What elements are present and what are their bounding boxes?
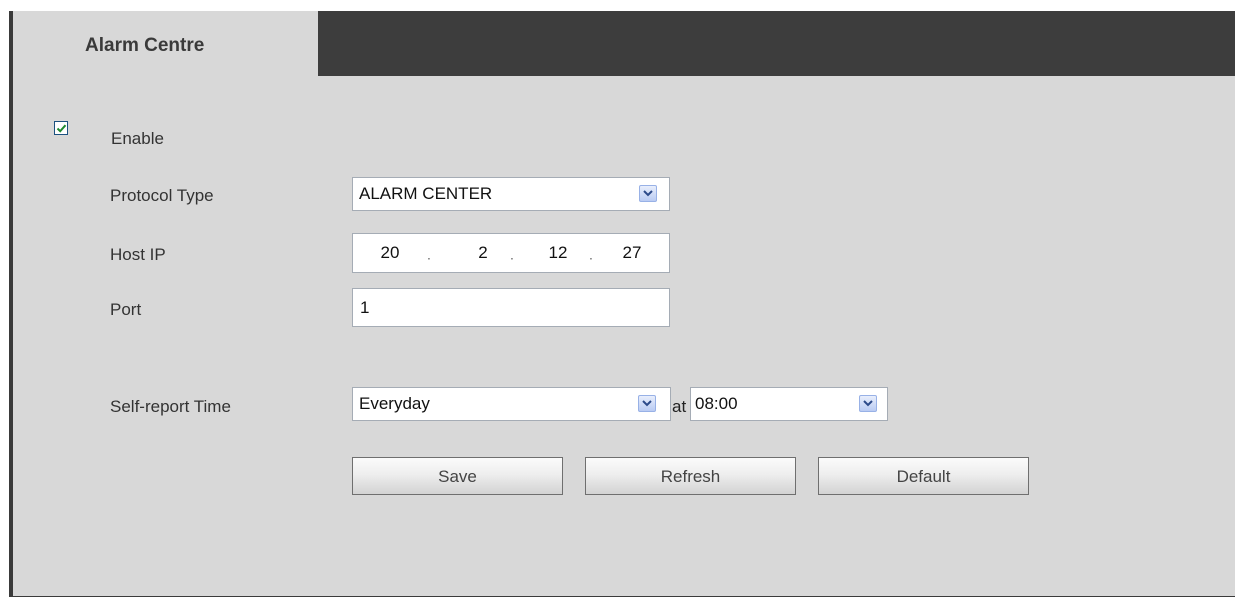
default-button[interactable]: Default [818,457,1029,495]
self-report-time-select[interactable]: 08:00 [690,387,888,421]
chevron-down-icon [643,190,653,197]
self-report-day-select[interactable]: Everyday [352,387,671,421]
host-ip-input[interactable]: 20 . 2 . 12 . 27 [352,233,670,273]
enable-checkbox[interactable] [54,121,68,135]
host-ip-label: Host IP [110,245,166,264]
protocol-type-value: ALARM CENTER [359,184,493,203]
ip-separator: . [427,246,431,263]
self-report-time-dropdown-button[interactable] [859,395,877,412]
port-input[interactable]: 1 [352,288,670,327]
at-label: at [672,397,687,416]
ip-octet-1[interactable]: 20 [375,243,405,263]
protocol-type-label: Protocol Type [110,186,214,205]
ip-octet-4[interactable]: 27 [617,243,647,263]
check-icon [56,124,67,133]
ip-separator: . [589,246,593,263]
tab-alarm-centre[interactable]: Alarm Centre [13,11,318,76]
port-label: Port [110,300,142,319]
protocol-type-select[interactable]: ALARM CENTER [352,177,670,211]
ip-octet-3[interactable]: 12 [543,243,573,263]
chevron-down-icon [642,400,652,407]
ip-separator: . [510,246,514,263]
refresh-button[interactable]: Refresh [585,457,796,495]
tab-bar: Alarm Centre [13,11,1235,76]
chevron-down-icon [863,400,873,407]
self-report-day-value: Everyday [359,394,430,413]
protocol-type-dropdown-button[interactable] [639,185,657,202]
self-report-time-value: 08:00 [695,394,738,413]
enable-label: Enable [111,129,164,148]
ip-octet-2[interactable]: 2 [471,243,495,263]
save-button[interactable]: Save [352,457,563,495]
port-value: 1 [360,297,370,317]
self-report-time-label: Self-report Time [110,397,231,416]
tab-label: Alarm Centre [85,35,205,56]
self-report-day-dropdown-button[interactable] [638,395,656,412]
